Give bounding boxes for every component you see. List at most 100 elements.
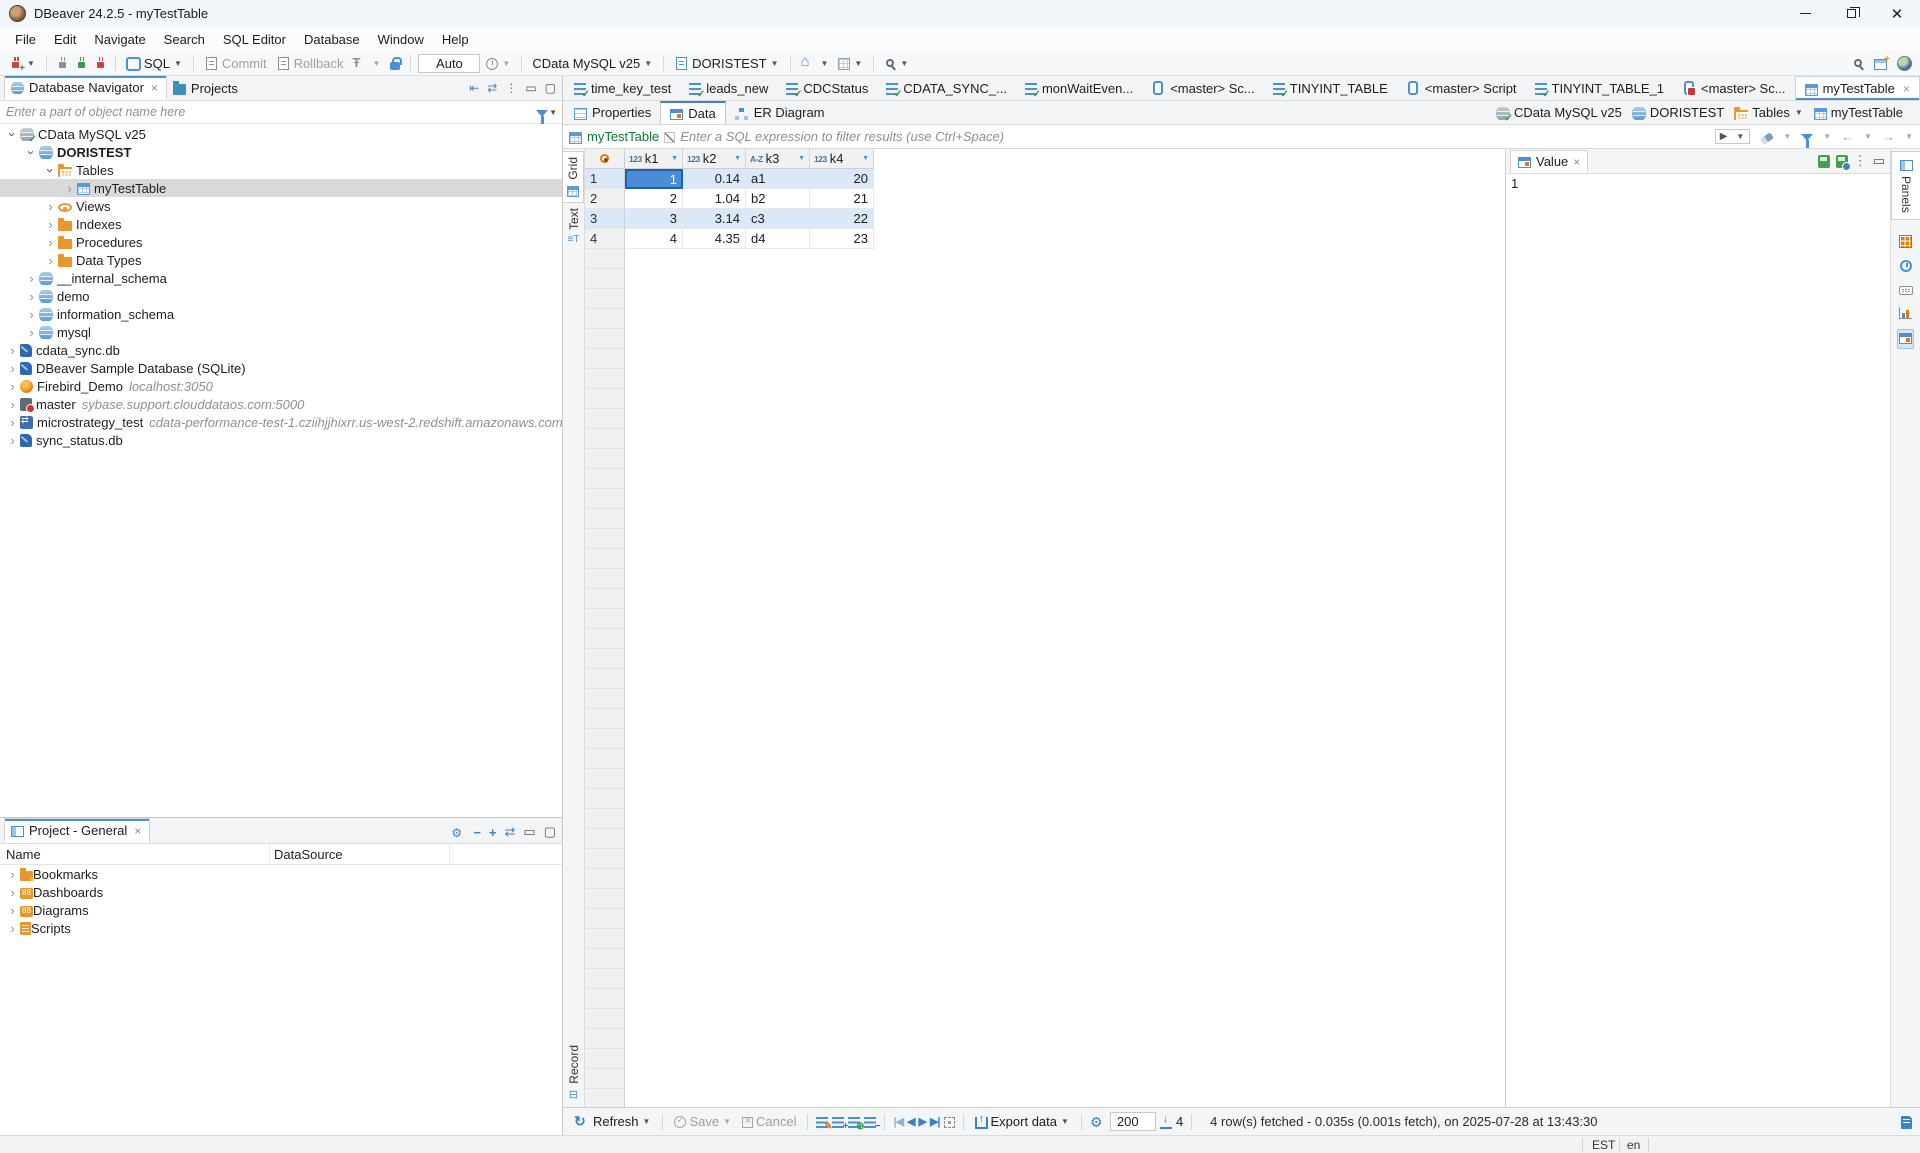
chevron-collapsed-icon[interactable]: › — [5, 362, 20, 375]
chevron-collapsed-icon[interactable]: › — [5, 416, 20, 429]
tree-item-procedures[interactable]: ›Procedures — [0, 233, 562, 251]
project-item-scripts[interactable]: ›Scripts — [0, 919, 562, 937]
grid-cell[interactable]: 3 — [625, 209, 683, 229]
grid-cell[interactable]: 22 — [810, 209, 874, 229]
menu-navigate[interactable]: Navigate — [85, 30, 154, 49]
minimize-value-icon[interactable]: ▭ — [1873, 153, 1885, 169]
filter-history-icon[interactable]: ▼ — [1735, 132, 1745, 141]
column-header-k1[interactable]: 123k1▼ — [625, 149, 683, 169]
save-value-as-icon[interactable] — [1836, 155, 1848, 168]
column-dropdown-icon[interactable]: ▼ — [798, 155, 805, 162]
column-datasource[interactable]: DataSource — [270, 844, 450, 864]
tree-item-internal-schema[interactable]: ›__internal_schema — [0, 269, 562, 287]
open-perspective-icon[interactable] — [1874, 59, 1887, 70]
project-item-diagrams[interactable]: ›Diagrams — [0, 901, 562, 919]
view-menu-icon[interactable]: ⋮ — [505, 81, 517, 95]
new-connection-button[interactable]: +▼ — [4, 53, 39, 73]
tree-item-cdata-mysql-v25[interactable]: ›CData MySQL v25 — [0, 125, 562, 143]
goto-row-icon[interactable] — [944, 1117, 955, 1128]
sql-filter-input[interactable]: Enter a SQL expression to filter results… — [680, 129, 1709, 144]
navigator-filter-dropdown-icon[interactable]: ▼ — [548, 108, 558, 117]
chevron-collapsed-icon[interactable]: › — [5, 904, 20, 917]
tree-item-master[interactable]: ›mastersybase.support.clouddataos.com:50… — [0, 395, 562, 413]
last-row-icon[interactable]: ▶| — [930, 1115, 940, 1128]
breadcrumb-tables[interactable]: Tables▼ — [1731, 105, 1807, 120]
row-number[interactable]: 2 — [585, 189, 625, 209]
editor-tab-tinyint-table-1[interactable]: TINYINT_TABLE_1 — [1526, 76, 1673, 100]
tab-projects[interactable]: Projects — [167, 77, 246, 100]
editor-tab-master-sc[interactable]: <master> Sc... — [1142, 76, 1264, 100]
editor-tab-cdata-sync[interactable]: CDATA_SYNC_... — [877, 76, 1016, 100]
link-project-icon[interactable]: ⇄ — [505, 824, 516, 840]
expand-filter-icon[interactable] — [664, 132, 675, 143]
transaction-history-button[interactable]: ▼ — [483, 54, 514, 72]
commit-mode-combo[interactable]: Auto — [418, 54, 480, 73]
disconnect-icon[interactable] — [92, 55, 108, 71]
grid-cell[interactable]: 20 — [810, 169, 874, 189]
cancel-button[interactable]: Cancel — [739, 1112, 799, 1131]
breadcrumb-doristest[interactable]: DORISTEST — [1629, 105, 1727, 120]
tab-text-presentation[interactable]: Text ≡T — [563, 203, 584, 250]
chevron-collapsed-icon[interactable]: › — [5, 886, 20, 899]
tree-item-cdata-sync-db[interactable]: ›cdata_sync.db — [0, 341, 562, 359]
grid-cell[interactable]: b2 — [746, 189, 810, 209]
timezone-indicator[interactable]: EST — [1592, 1138, 1615, 1152]
tree-item-demo[interactable]: ›demo — [0, 287, 562, 305]
tab-value[interactable]: Value × — [1510, 150, 1588, 173]
tree-item-sync-status-db[interactable]: ›sync_status.db — [0, 431, 562, 449]
nav-forward-icon[interactable]: → — [1882, 129, 1895, 144]
chevron-expanded-icon[interactable]: › — [6, 127, 19, 142]
collapse-all-icon[interactable]: ⇤ — [469, 81, 479, 95]
rollback-button[interactable]: Rollback — [273, 54, 347, 73]
grid-cell[interactable]: 1.04 — [683, 189, 746, 209]
minimize-project-icon[interactable]: ▭ — [523, 824, 535, 840]
value-panel-toggle-icon[interactable] — [1899, 333, 1912, 344]
save-button[interactable]: Save▼ — [671, 1112, 735, 1131]
grid-cell[interactable]: 23 — [810, 229, 874, 249]
fetch-settings-icon[interactable]: ⚙ — [1090, 1114, 1106, 1130]
menu-edit[interactable]: Edit — [45, 30, 85, 49]
column-dropdown-icon[interactable]: ▼ — [862, 155, 869, 162]
save-value-icon[interactable] — [1818, 155, 1830, 168]
maximize-project-icon[interactable]: ▢ — [544, 824, 556, 840]
close-button[interactable]: ✕ — [1874, 0, 1920, 27]
chevron-collapsed-icon[interactable]: › — [43, 200, 58, 213]
project-settings-icon[interactable]: ⚙ — [451, 825, 465, 839]
editor-tab-mytesttable[interactable]: myTestTable× — [1795, 76, 1920, 100]
value-menu-icon[interactable]: ⋮ — [1854, 153, 1867, 169]
close-project-tab-icon[interactable]: × — [134, 824, 141, 838]
sql-editor-button[interactable]: SQL▼ — [123, 54, 186, 73]
refresh-button[interactable]: ↻Refresh▼ — [571, 1112, 654, 1132]
chevron-collapsed-icon[interactable]: › — [5, 398, 20, 411]
tree-item-doristest[interactable]: ›DORISTEST — [0, 143, 562, 161]
grid-cell[interactable]: 1 — [625, 169, 683, 189]
chevron-collapsed-icon[interactable]: › — [62, 182, 77, 195]
active-connection-combo[interactable]: CData MySQL v25▼ — [529, 54, 656, 73]
language-indicator[interactable]: en — [1627, 1138, 1640, 1152]
collapse-icon[interactable]: − — [473, 825, 481, 840]
menu-file[interactable]: File — [6, 30, 45, 49]
home-button[interactable]: ⌂▼ — [798, 53, 833, 73]
column-header-k3[interactable]: A-Zk3▼ — [746, 149, 810, 169]
column-name[interactable]: Name — [0, 844, 270, 864]
nav-back-icon[interactable]: ← — [1841, 129, 1854, 144]
grid-cell[interactable]: 21 — [810, 189, 874, 209]
close-navigator-tab-icon[interactable]: × — [151, 81, 158, 95]
grid-cell[interactable]: 4 — [625, 229, 683, 249]
editor-tab-tinyint-table[interactable]: TINYINT_TABLE — [1264, 76, 1397, 100]
duplicate-row-icon[interactable]: ⊕ — [848, 1117, 860, 1128]
commit-button[interactable]: Commit — [201, 54, 270, 73]
tree-item-dbeaver-sample-database-sqlite[interactable]: ›DBeaver Sample Database (SQLite) — [0, 359, 562, 377]
chevron-collapsed-icon[interactable]: › — [24, 326, 39, 339]
user-avatar[interactable] — [1897, 56, 1912, 71]
aggregate-panel-icon[interactable] — [1900, 260, 1912, 272]
chevron-collapsed-icon[interactable]: › — [24, 290, 39, 303]
chevron-expanded-icon[interactable]: › — [25, 145, 38, 160]
editor-tab-master-script[interactable]: <master> Script — [1397, 76, 1526, 100]
grid-cell[interactable]: c3 — [746, 209, 810, 229]
editor-tab-time-key-test[interactable]: time_key_test — [565, 76, 680, 100]
editor-tab-master-sc[interactable]: <master> Sc... — [1673, 76, 1795, 100]
chevron-collapsed-icon[interactable]: › — [5, 868, 20, 881]
reconnect-icon[interactable] — [73, 55, 89, 71]
tab-database-navigator[interactable]: Database Navigator × — [4, 75, 167, 100]
